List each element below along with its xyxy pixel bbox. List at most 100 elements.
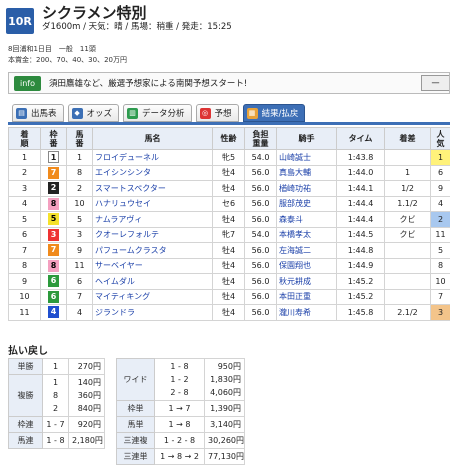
payout-amount: 360円 bbox=[77, 391, 101, 400]
horse-name-link[interactable]: パフュームクラスタ bbox=[92, 242, 213, 259]
prize-info: 本賞金：200、70、40、30、20万円 bbox=[8, 56, 127, 64]
banner-text[interactable]: 須田鷹雄など、厳選予想家による南関予想スタート! bbox=[49, 77, 247, 89]
popularity: 11 bbox=[430, 226, 450, 243]
jockey-link[interactable]: 真島大輔 bbox=[276, 164, 337, 181]
waku-cell: 8 bbox=[40, 195, 67, 212]
horse-number: 1 bbox=[66, 149, 93, 166]
horse-number: 5 bbox=[66, 211, 93, 228]
payout-amounts: 920円 bbox=[68, 416, 105, 433]
tab-list[interactable]: ▤ 出馬表 bbox=[12, 104, 64, 122]
payout-type: 馬連 bbox=[8, 432, 43, 449]
jockey-link[interactable]: 本田正重 bbox=[276, 288, 337, 305]
carried-weight: 56.0 bbox=[244, 242, 277, 259]
chart-icon: ▥ bbox=[127, 107, 139, 119]
horse-name-link[interactable]: ナムラアヴィ bbox=[92, 211, 213, 228]
payout-row: 馬単 1 → 8 3,140円 bbox=[116, 416, 245, 433]
waku-cell: 6 bbox=[40, 288, 67, 305]
waku-cell: 2 bbox=[40, 180, 67, 197]
payout-amounts: 2,180円 bbox=[68, 432, 105, 449]
col-header: 馬番 bbox=[66, 127, 93, 150]
result-row: 8 8 11 サーベイヤー 牡4 56.0 保園翔也 1:44.9 8 bbox=[8, 257, 450, 274]
finish-time: 1:44.9 bbox=[336, 257, 385, 274]
tab-label: 出馬表 bbox=[31, 109, 57, 119]
jockey-link[interactable]: 楢崎功祐 bbox=[276, 180, 337, 197]
col-header-text: 人気 bbox=[436, 129, 445, 148]
horse-name-link[interactable]: マイティキング bbox=[92, 288, 213, 305]
tab-chart[interactable]: ▥ データ分析 bbox=[123, 104, 192, 122]
tab-target[interactable]: ◎ 予想 bbox=[195, 104, 239, 122]
waku-cell: 1 bbox=[40, 149, 67, 166]
sex-age: 牝7 bbox=[212, 226, 245, 243]
jockey-link[interactable]: 本橋孝太 bbox=[276, 226, 337, 243]
payout-amount: 30,260円 bbox=[208, 436, 244, 445]
finish-time: 1:44.0 bbox=[336, 164, 385, 181]
waku-cell: 6 bbox=[40, 273, 67, 290]
payout-row: 単勝 1 270円 bbox=[8, 358, 105, 375]
tab-result[interactable]: ▦ 結果/払戻 bbox=[242, 104, 306, 122]
horse-number: 11 bbox=[66, 257, 93, 274]
waku-badge: 5 bbox=[48, 213, 59, 226]
payout-combo: 1 → 7 bbox=[168, 404, 191, 413]
info-tag: info bbox=[14, 75, 42, 91]
payout-combo: 2 - 8 bbox=[170, 388, 189, 397]
col-header: 枠番 bbox=[40, 127, 67, 150]
finish-position: 6 bbox=[8, 226, 41, 243]
payout-type: 三連複 bbox=[116, 432, 155, 449]
results-table: 着順 枠番 馬番 馬名 性齢 負担重量 騎手 タイム 着差 人気 1 1 1 フロイデューネル 牝5 54.… bbox=[8, 127, 450, 321]
payout-combos: 1 → 8 bbox=[154, 416, 205, 433]
info-banner[interactable]: info 須田鷹雄など、厳選予想家による南関予想スタート! 一 bbox=[8, 72, 450, 94]
horse-name-link[interactable]: ジランドラ bbox=[92, 304, 213, 321]
carried-weight: 56.0 bbox=[244, 164, 277, 181]
margin: 1 bbox=[384, 164, 431, 181]
payout-combos: 1 - 8 1 - 2 2 - 8 bbox=[154, 358, 205, 401]
waku-badge: 3 bbox=[48, 228, 59, 241]
waku-badge: 7 bbox=[48, 166, 59, 179]
payout-combos: 1 - 2 - 8 bbox=[154, 432, 205, 449]
margin: 2.1/2 bbox=[384, 304, 431, 321]
margin bbox=[384, 288, 431, 305]
waku-badge: 8 bbox=[48, 259, 59, 272]
horse-name-link[interactable]: クオーレフォルテ bbox=[92, 226, 213, 243]
col-header: 負担重量 bbox=[244, 127, 277, 150]
jockey-link[interactable]: 山崎誠士 bbox=[276, 149, 337, 166]
result-row: 10 6 7 マイティキング 牡4 56.0 本田正重 1:45.2 7 bbox=[8, 288, 450, 305]
result-row: 3 2 2 スマートスペクター 牡4 56.0 楢崎功祐 1:44.1 1/2 9 bbox=[8, 180, 450, 197]
popularity: 2 bbox=[430, 211, 450, 228]
result-row: 4 8 10 ハナリュウセイ セ6 56.0 服部茂史 1:44.4 1.1/2 4 bbox=[8, 195, 450, 212]
finish-position: 10 bbox=[8, 288, 41, 305]
jockey-link[interactable]: 保園翔也 bbox=[276, 257, 337, 274]
race-number-badge: 10R bbox=[6, 8, 34, 34]
payout-combos: 1 - 7 bbox=[42, 416, 69, 433]
finish-time: 1:43.8 bbox=[336, 149, 385, 166]
jockey-link[interactable]: 森泰斗 bbox=[276, 211, 337, 228]
waku-badge: 8 bbox=[48, 197, 59, 210]
payout-type: 複勝 bbox=[8, 374, 43, 417]
tab-odds[interactable]: ◆ オッズ bbox=[67, 104, 120, 122]
horse-name-link[interactable]: ヘイムダル bbox=[92, 273, 213, 290]
horse-name-link[interactable]: ハナリュウセイ bbox=[92, 195, 213, 212]
jockey-link[interactable]: 瀧川寿希 bbox=[276, 304, 337, 321]
horse-number: 4 bbox=[66, 304, 93, 321]
payout-amounts: 77,130円 bbox=[204, 448, 245, 465]
payout-amount: 4,060円 bbox=[210, 388, 241, 397]
waku-cell: 7 bbox=[40, 164, 67, 181]
sex-age: 牡4 bbox=[212, 180, 245, 197]
result-row: 6 3 3 クオーレフォルテ 牝7 54.0 本橋孝太 1:44.5 クビ 11 bbox=[8, 226, 450, 243]
jockey-link[interactable]: 服部茂史 bbox=[276, 195, 337, 212]
sex-age: 牝5 bbox=[212, 149, 245, 166]
horse-name-link[interactable]: エイシンシンタ bbox=[92, 164, 213, 181]
payout-combos: 1 bbox=[42, 358, 69, 375]
finish-position: 1 bbox=[8, 149, 41, 166]
finish-position: 4 bbox=[8, 195, 41, 212]
horse-name-link[interactable]: サーベイヤー bbox=[92, 257, 213, 274]
horse-name-link[interactable]: スマートスペクター bbox=[92, 180, 213, 197]
margin bbox=[384, 257, 431, 274]
jockey-link[interactable]: 左海誠二 bbox=[276, 242, 337, 259]
horse-name-link[interactable]: フロイデューネル bbox=[92, 149, 213, 166]
sex-age: 牡4 bbox=[212, 304, 245, 321]
banner-button[interactable]: 一 bbox=[421, 75, 449, 91]
jockey-link[interactable]: 秋元耕成 bbox=[276, 273, 337, 290]
finish-time: 1:44.1 bbox=[336, 180, 385, 197]
popularity: 3 bbox=[430, 304, 450, 321]
finish-position: 8 bbox=[8, 257, 41, 274]
